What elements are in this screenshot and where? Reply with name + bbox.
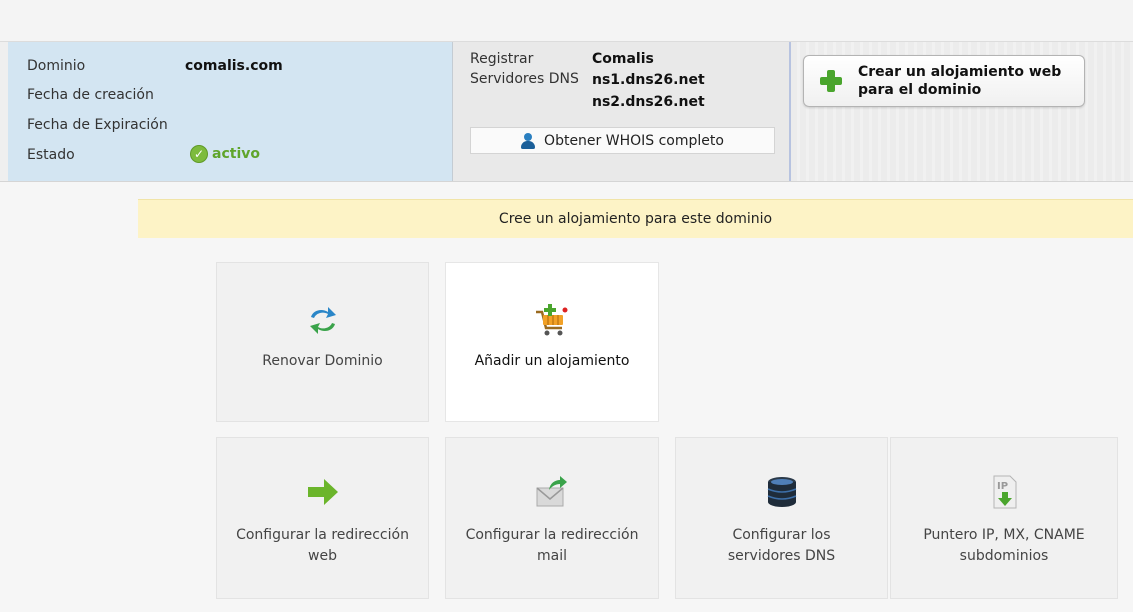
- create-hosting-button[interactable]: Crear un alojamiento web para el dominio: [803, 55, 1085, 107]
- dns-server-2: ns2.dns26.net: [592, 94, 705, 110]
- check-circle-icon: ✓: [190, 145, 208, 163]
- whois-button[interactable]: Obtener WHOIS completo: [470, 127, 775, 154]
- person-icon: [521, 132, 537, 149]
- renew-arrows-icon: [309, 307, 336, 334]
- dns-servers-tile[interactable]: Configurar los servidores DNS: [675, 437, 888, 599]
- registrar-value: Comalis: [592, 51, 654, 67]
- cart-add-icon: [536, 304, 568, 336]
- mail-forward-icon: [536, 476, 567, 507]
- notice-text: Cree un alojamiento para este dominio: [498, 211, 773, 227]
- database-icon: [767, 477, 796, 507]
- ip-badge-text: IP: [997, 481, 1008, 492]
- renew-domain-tile[interactable]: Renovar Dominio: [216, 262, 429, 422]
- status-value: activo: [212, 146, 260, 162]
- renew-domain-label: Renovar Dominio: [262, 353, 383, 369]
- status-label: Estado: [27, 147, 75, 163]
- mail-redirect-tile[interactable]: Configurar la redirección mail: [445, 437, 659, 599]
- web-redirect-label: Configurar la redirección web: [236, 527, 409, 564]
- domain-summary-panel: Dominio comalis.com Fecha de creación Fe…: [8, 42, 453, 181]
- dns-server-1: ns1.dns26.net: [592, 72, 705, 88]
- pointer-tile[interactable]: IP Puntero IP, MX, CNAME subdominios: [890, 437, 1118, 599]
- registrar-panel: Registrar Comalis Servidores DNS ns1.dns…: [453, 42, 791, 181]
- plus-icon: [820, 70, 842, 92]
- arrow-right-icon: [307, 479, 338, 505]
- add-hosting-tile[interactable]: Añadir un alojamiento: [445, 262, 659, 422]
- mail-redirect-label: Configurar la redirección mail: [465, 527, 639, 564]
- top-strip: [0, 0, 1133, 42]
- ip-download-icon: IP: [993, 475, 1017, 509]
- dns-servers-label: Servidores DNS: [470, 71, 579, 87]
- add-hosting-label: Añadir un alojamiento: [474, 353, 630, 369]
- registrar-label: Registrar: [470, 51, 534, 67]
- domain-value: comalis.com: [185, 58, 283, 74]
- dns-servers-label: Configurar los servidores DNS: [727, 527, 836, 564]
- pointer-label: Puntero IP, MX, CNAME subdominios: [923, 527, 1085, 564]
- domain-label: Dominio: [27, 58, 86, 74]
- whois-button-label: Obtener WHOIS completo: [544, 132, 724, 149]
- hosting-notice: Cree un alojamiento para este dominio: [138, 199, 1133, 238]
- web-redirect-tile[interactable]: Configurar la redirección web: [216, 437, 429, 599]
- status-badge: ✓ activo: [190, 145, 260, 163]
- creation-date-label: Fecha de creación: [27, 87, 154, 103]
- create-hosting-label: Crear un alojamiento web para el dominio: [858, 64, 1062, 98]
- expiry-date-label: Fecha de Expiración: [27, 117, 168, 133]
